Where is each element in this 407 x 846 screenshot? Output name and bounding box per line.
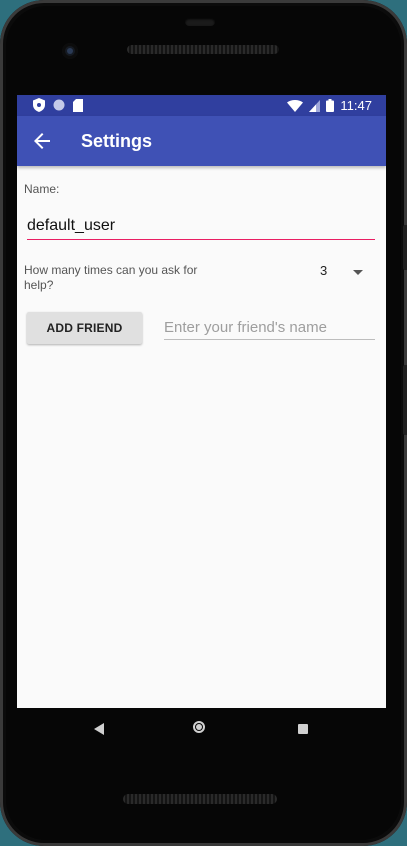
nav-home-icon[interactable] [193,721,205,733]
dropdown-arrow-icon [353,270,363,275]
phone-frame: 11:47 Settings Name: How many times can … [0,0,407,846]
shield-icon [33,98,45,112]
help-count-value: 3 [320,263,328,278]
name-input[interactable] [27,213,375,240]
app-screen: 11:47 Settings Name: How many times can … [17,95,386,708]
nav-recent-icon[interactable] [298,724,308,734]
back-button[interactable] [29,128,55,154]
bottom-speaker-grille [123,794,277,804]
settings-form: Name: How many times can you ask for hel… [17,166,386,708]
system-nav-bar [17,708,386,752]
status-time: 11:47 [340,98,372,113]
arrow-back-icon [34,133,50,149]
name-label: Name: [24,182,60,196]
friend-name-input[interactable] [164,315,375,340]
nav-back-icon[interactable] [94,723,104,735]
volume-button [403,225,407,270]
top-speaker-grille [127,45,279,54]
status-right-icons: 11:47 [287,97,372,114]
earpiece [185,18,215,26]
status-left-icons [33,98,83,112]
power-button [403,365,407,435]
status-bar: 11:47 [17,95,386,116]
battery-icon [326,99,335,112]
wifi-icon [287,99,304,112]
help-count-label: How many times can you ask for help? [24,263,198,292]
add-friend-button[interactable]: ADD FRIEND [27,312,142,344]
circle-icon [53,99,65,111]
help-count-spinner[interactable]: 3 [317,262,367,282]
app-bar: Settings [17,116,386,166]
sd-card-icon [73,98,83,112]
page-title: Settings [81,131,153,151]
signal-icon [309,99,321,112]
front-camera [62,43,78,59]
